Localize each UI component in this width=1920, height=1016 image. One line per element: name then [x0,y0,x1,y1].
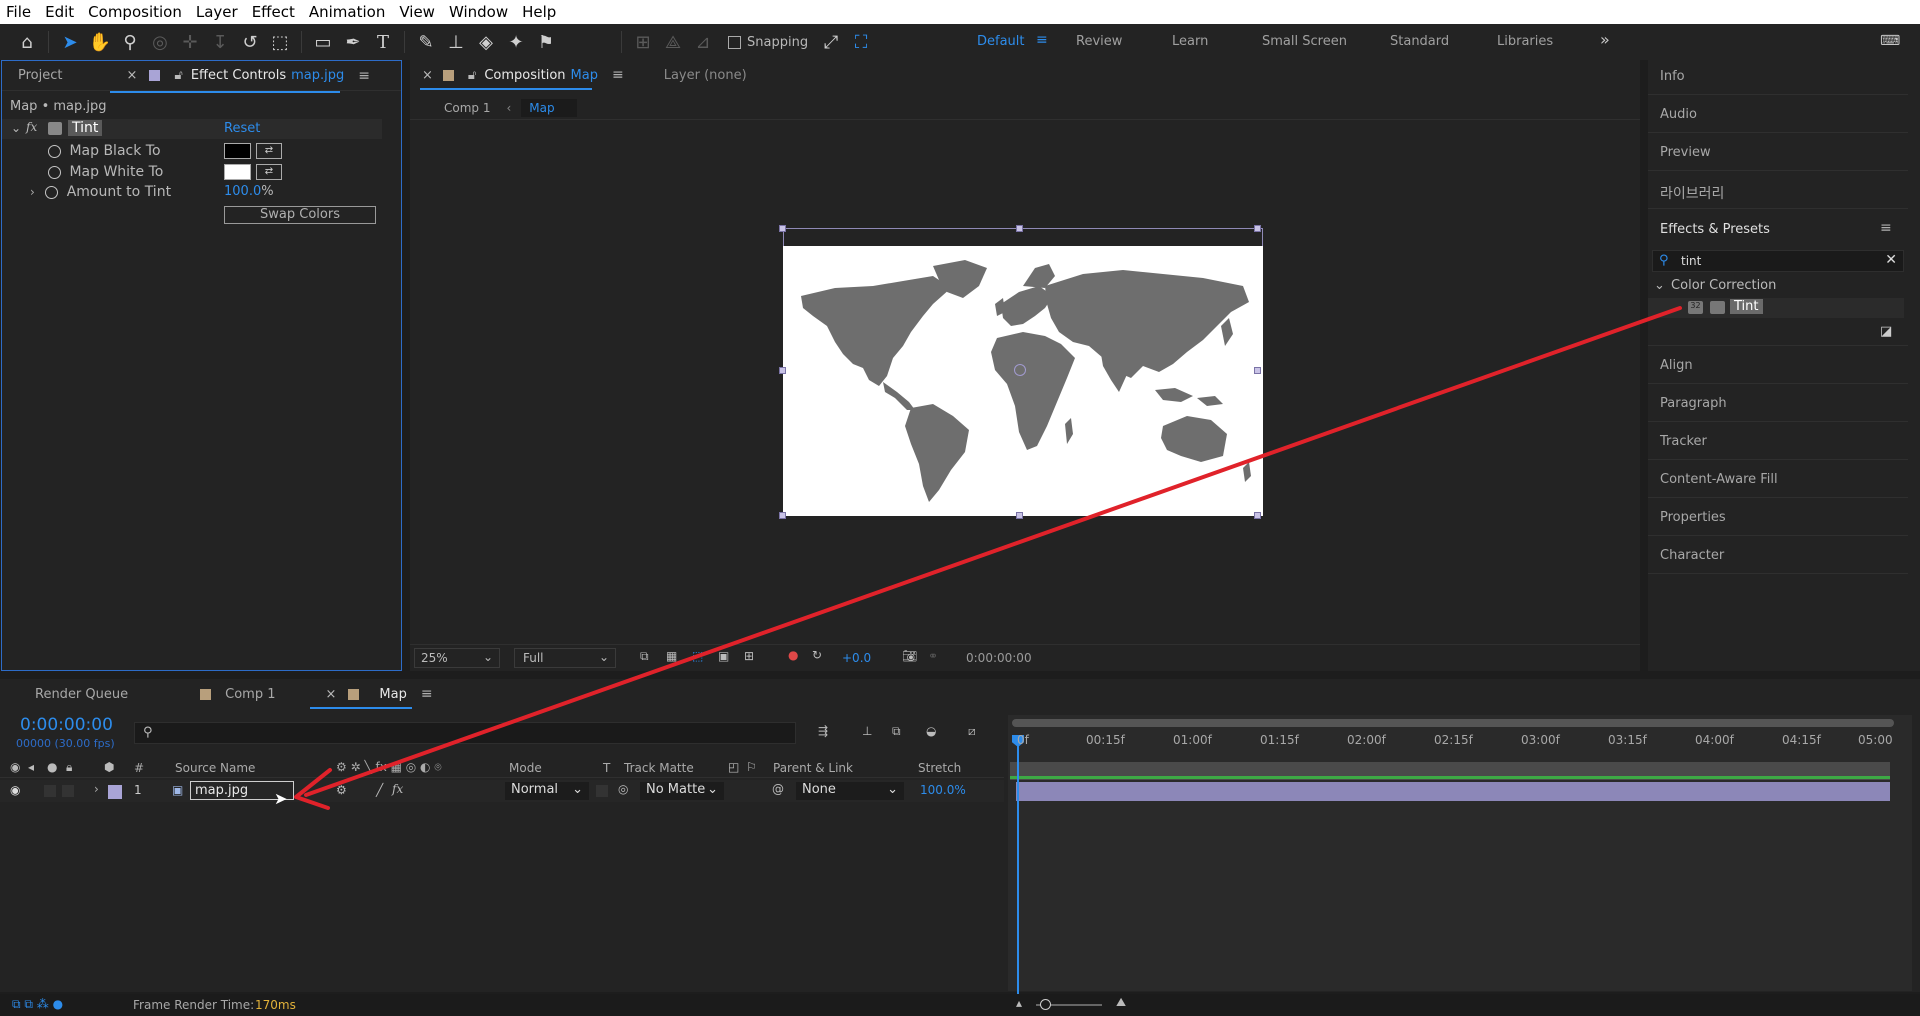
annotation-arrow [294,306,1682,810]
mouse-cursor-icon: ➤ [274,789,288,808]
